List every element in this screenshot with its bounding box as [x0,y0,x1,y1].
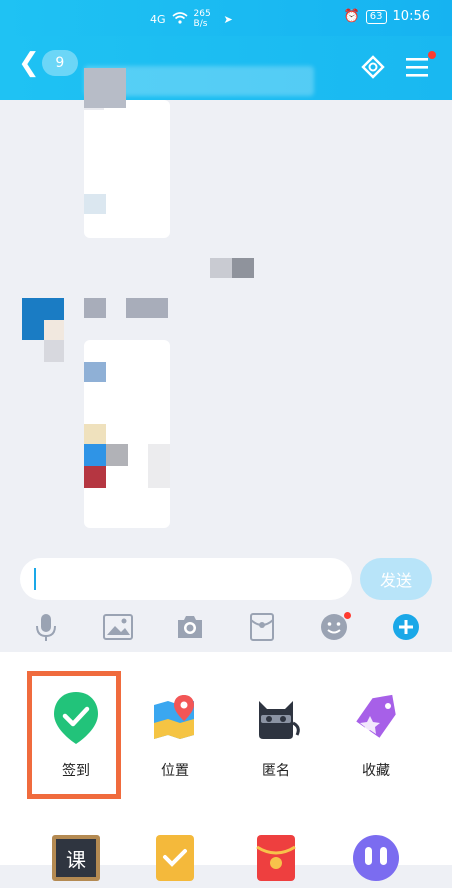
battery-indicator: 63 [365,9,387,24]
input-toolbar [0,604,452,650]
menu-icon[interactable] [404,51,436,83]
favorite-icon [346,688,406,748]
svg-text:课: 课 [66,848,86,872]
task-icon [145,828,205,888]
favorite-label: 收藏 [362,763,390,779]
plus-panel: 签到 位置 匿名 收藏 课 [0,652,452,881]
location-button[interactable]: 位置 [125,688,225,780]
tag-icon[interactable] [358,52,388,86]
course-button[interactable]: 课 [26,828,126,888]
censor-block [210,258,232,278]
wifi-icon [172,11,188,27]
course-icon: 课 [46,828,106,888]
anonymous-button[interactable]: 匿名 [226,688,326,780]
red-packet-icon[interactable] [245,610,279,644]
red-envelope-button[interactable] [226,828,326,888]
camera-icon[interactable] [173,610,207,644]
plus-icon[interactable] [389,610,423,644]
text-caret [34,568,36,590]
location-label: 位置 [161,763,189,779]
favorite-button[interactable]: 收藏 [326,688,426,780]
location-icon [145,688,205,748]
earphone-icon [346,828,406,888]
notification-dot [344,612,351,619]
chevron-left-icon: ❮ [18,48,40,78]
anonymous-icon [246,688,306,748]
location-arrow-icon: ➤ [223,12,233,26]
message-input-bar: 发送 [0,552,452,602]
earphone-button[interactable] [326,828,426,888]
checkin-icon [46,688,106,748]
sender-name-blurred [84,298,106,318]
chat-area[interactable] [0,68,452,550]
notification-dot [428,51,436,59]
message-bubble [84,100,170,238]
send-button[interactable]: 发送 [360,558,432,600]
checkin-button[interactable]: 签到 [26,688,126,780]
alarm-icon: ⏰ [343,9,360,24]
clock-time: 10:56 [392,9,430,24]
microphone-icon[interactable] [29,610,63,644]
back-button[interactable]: ❮ 9 [18,50,78,76]
checkin-label: 签到 [62,763,90,779]
chat-header: ❮ 9 [0,36,452,100]
image-icon[interactable] [101,610,135,644]
task-button[interactable] [125,828,225,888]
network-indicator: 4G [150,12,166,26]
status-bar: 4G 265 B/s ➤ ⏰ 63 10:56 [0,0,452,36]
message-input[interactable] [20,558,352,600]
network-speed: 265 B/s [193,9,211,29]
anonymous-label: 匿名 [262,763,290,779]
emoji-icon[interactable] [317,610,351,644]
red-envelope-icon [246,828,306,888]
unread-badge: 9 [41,50,78,76]
